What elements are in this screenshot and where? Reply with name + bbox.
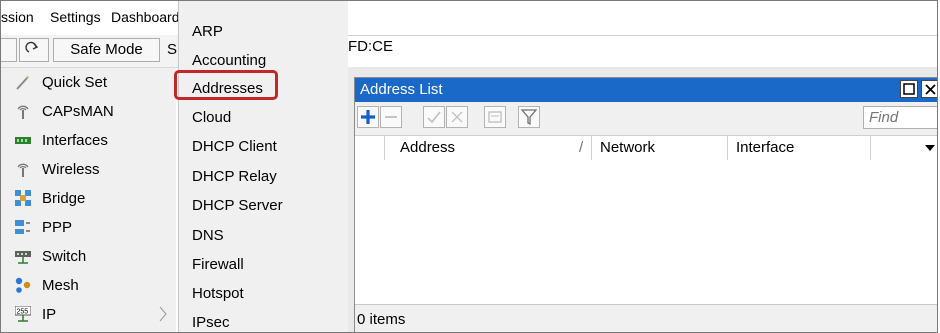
submenu-arrow-icon [159,306,167,322]
filter-icon [520,109,538,126]
sidebar-item-wireless[interactable]: Wireless [1,155,176,184]
interfaces-icon [15,137,31,144]
menu-dashboard[interactable]: Dashboard [111,9,180,25]
toolbar-right: FD:CE [348,1,937,67]
sidebar-item-ppp[interactable]: PPP [1,213,176,242]
close-icon [925,84,936,95]
minus-icon [385,116,397,118]
menu-item-ipsec[interactable]: IPsec [192,314,230,331]
ip-submenu: ARP Accounting Addresses Cloud DHCP Clie… [178,1,350,332]
bridge-icon [15,190,31,206]
status-bar: 0 items [355,304,937,332]
redo-button[interactable] [19,38,49,62]
menu-session[interactable]: ssion [1,9,34,25]
close-button[interactable] [921,80,937,98]
sidebar-item-quick-set[interactable]: Quick Set [1,68,176,97]
app-window: ssion Settings Dashboard Safe Mode S Qui… [0,0,938,333]
menu-item-firewall[interactable]: Firewall [192,256,244,273]
sidebar-item-label: Switch [42,248,87,265]
column-divider [727,136,728,160]
address-table-body[interactable] [355,160,937,304]
column-header-address[interactable]: Address [400,139,455,156]
sidebar-item-interfaces[interactable]: Interfaces [1,126,176,155]
window-title: Address List [360,81,443,98]
menu-item-dhcp-relay[interactable]: DHCP Relay [192,168,277,185]
sidebar-item-label: Bridge [42,190,86,207]
plus-icon [361,110,375,124]
column-header-network[interactable]: Network [600,139,655,156]
ip-icon: 255 [15,306,31,322]
sidebar-item-label: CAPsMAN [42,103,114,120]
window-toolbar: Find [355,103,937,133]
menu-item-accounting[interactable]: Accounting [192,52,266,69]
wireless-icon [17,163,29,177]
sidebar: Quick Set CAPsMAN Interfaces Wireless Br… [1,68,176,332]
mesh-icon [15,277,31,293]
x-mark-icon [451,111,463,123]
divider [348,35,937,36]
menu-item-dns[interactable]: DNS [192,227,224,244]
redo-icon [25,41,39,53]
sidebar-item-mesh[interactable]: Mesh [1,271,176,300]
sidebar-item-label: IP [42,306,57,323]
sidebar-item-label: Mesh [42,277,79,294]
menu-item-dhcp-client[interactable]: DHCP Client [192,138,277,155]
wand-icon [16,75,29,90]
ppp-icon [15,220,30,234]
sidebar-item-bridge[interactable]: Bridge [1,184,176,213]
safe-mode-button[interactable]: Safe Mode [53,38,160,62]
antenna-icon [17,105,29,119]
disable-button[interactable] [446,106,468,128]
column-divider [591,136,592,160]
toolbar-session-fragment: S [167,41,178,58]
highlight-box [174,70,278,100]
menu-item-cloud[interactable]: Cloud [192,109,231,126]
maximize-icon [903,83,915,95]
checkmark-icon [427,111,441,124]
menu-item-hotspot[interactable]: Hotspot [192,285,244,302]
remove-button[interactable] [380,106,402,128]
enable-button[interactable] [423,106,445,128]
sidebar-item-label: Wireless [42,161,100,178]
identity-label: FD:CE [348,38,393,55]
table-header: Address / Network Interface [355,135,937,161]
column-menu-icon[interactable] [923,141,937,155]
comment-button[interactable] [484,106,506,128]
switch-icon [15,251,31,264]
sidebar-item-switch[interactable]: Switch [1,242,176,271]
window-title-bar[interactable]: Address List [355,78,937,102]
sidebar-item-label: Quick Set [42,74,108,91]
maximize-button[interactable] [900,80,918,98]
add-button[interactable] [357,106,379,128]
sidebar-item-label: PPP [42,219,73,236]
column-divider [870,136,871,160]
sidebar-item-label: Interfaces [42,132,108,149]
comment-icon [488,111,502,123]
menu-item-arp[interactable]: ARP [192,23,223,40]
find-input[interactable]: Find [863,106,937,129]
undo-button[interactable] [1,38,17,62]
sidebar-item-ip[interactable]: 255 IP [1,300,176,329]
column-divider [384,136,385,160]
sort-indicator: / [579,139,584,156]
filter-button[interactable] [518,106,540,128]
item-count: 0 items [357,311,406,328]
sidebar-item-capsman[interactable]: CAPsMAN [1,97,176,126]
address-list-window: Address List Find Address / Network Inte… [354,77,937,332]
menu-settings[interactable]: Settings [50,9,101,25]
menu-item-dhcp-server[interactable]: DHCP Server [192,197,283,214]
ip-badge-text: 255 [17,309,29,316]
column-header-interface[interactable]: Interface [736,139,794,156]
